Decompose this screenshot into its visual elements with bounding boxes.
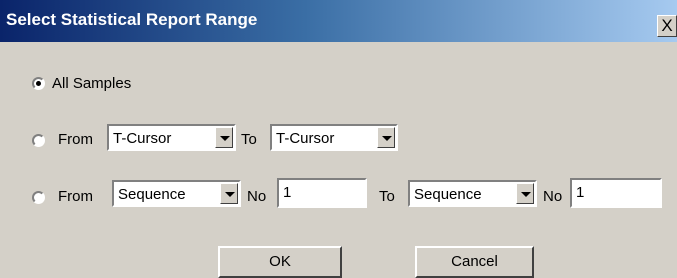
all-samples-label: All Samples <box>52 75 132 92</box>
cursor-range-row: From T-Cursor To T-Cursor <box>0 123 677 153</box>
sequence-to-select[interactable]: Sequence <box>408 180 537 207</box>
dialog-title: Select Statistical Report Range <box>6 10 258 29</box>
chevron-down-icon[interactable] <box>220 183 238 204</box>
cursor-from-label: From <box>58 131 93 148</box>
sequence-range-radio[interactable] <box>32 191 45 204</box>
sequence-from-no-input[interactable]: 1 <box>277 178 367 208</box>
sequence-to-no-label: No <box>543 188 563 205</box>
cursor-to-value: T-Cursor <box>276 130 335 147</box>
cursor-to-label: To <box>241 131 257 148</box>
radio-selected-dot <box>36 81 41 86</box>
all-samples-row: All Samples <box>0 70 677 100</box>
sequence-to-no-input[interactable]: 1 <box>570 178 662 208</box>
all-samples-radio[interactable] <box>32 77 45 90</box>
sequence-from-no-label: No <box>247 188 267 205</box>
sequence-to-value: Sequence <box>414 186 482 203</box>
chevron-down-icon[interactable] <box>516 183 534 204</box>
cursor-from-select[interactable]: T-Cursor <box>107 124 236 151</box>
close-button[interactable]: X <box>657 15 677 37</box>
sequence-range-row: From Sequence No 1 To Sequence No 1 <box>0 178 677 210</box>
cursor-from-value: T-Cursor <box>113 130 172 147</box>
ok-button[interactable]: OK <box>218 246 342 278</box>
chevron-down-icon[interactable] <box>377 127 395 148</box>
sequence-from-select[interactable]: Sequence <box>112 180 241 207</box>
chevron-down-icon[interactable] <box>215 127 233 148</box>
title-bar: Select Statistical Report Range X <box>0 0 677 42</box>
sequence-from-label: From <box>58 188 93 205</box>
sequence-from-value: Sequence <box>118 186 186 203</box>
cancel-button[interactable]: Cancel <box>415 246 534 278</box>
cursor-to-select[interactable]: T-Cursor <box>270 124 398 151</box>
cursor-range-radio[interactable] <box>32 134 45 147</box>
sequence-to-label: To <box>379 188 395 205</box>
